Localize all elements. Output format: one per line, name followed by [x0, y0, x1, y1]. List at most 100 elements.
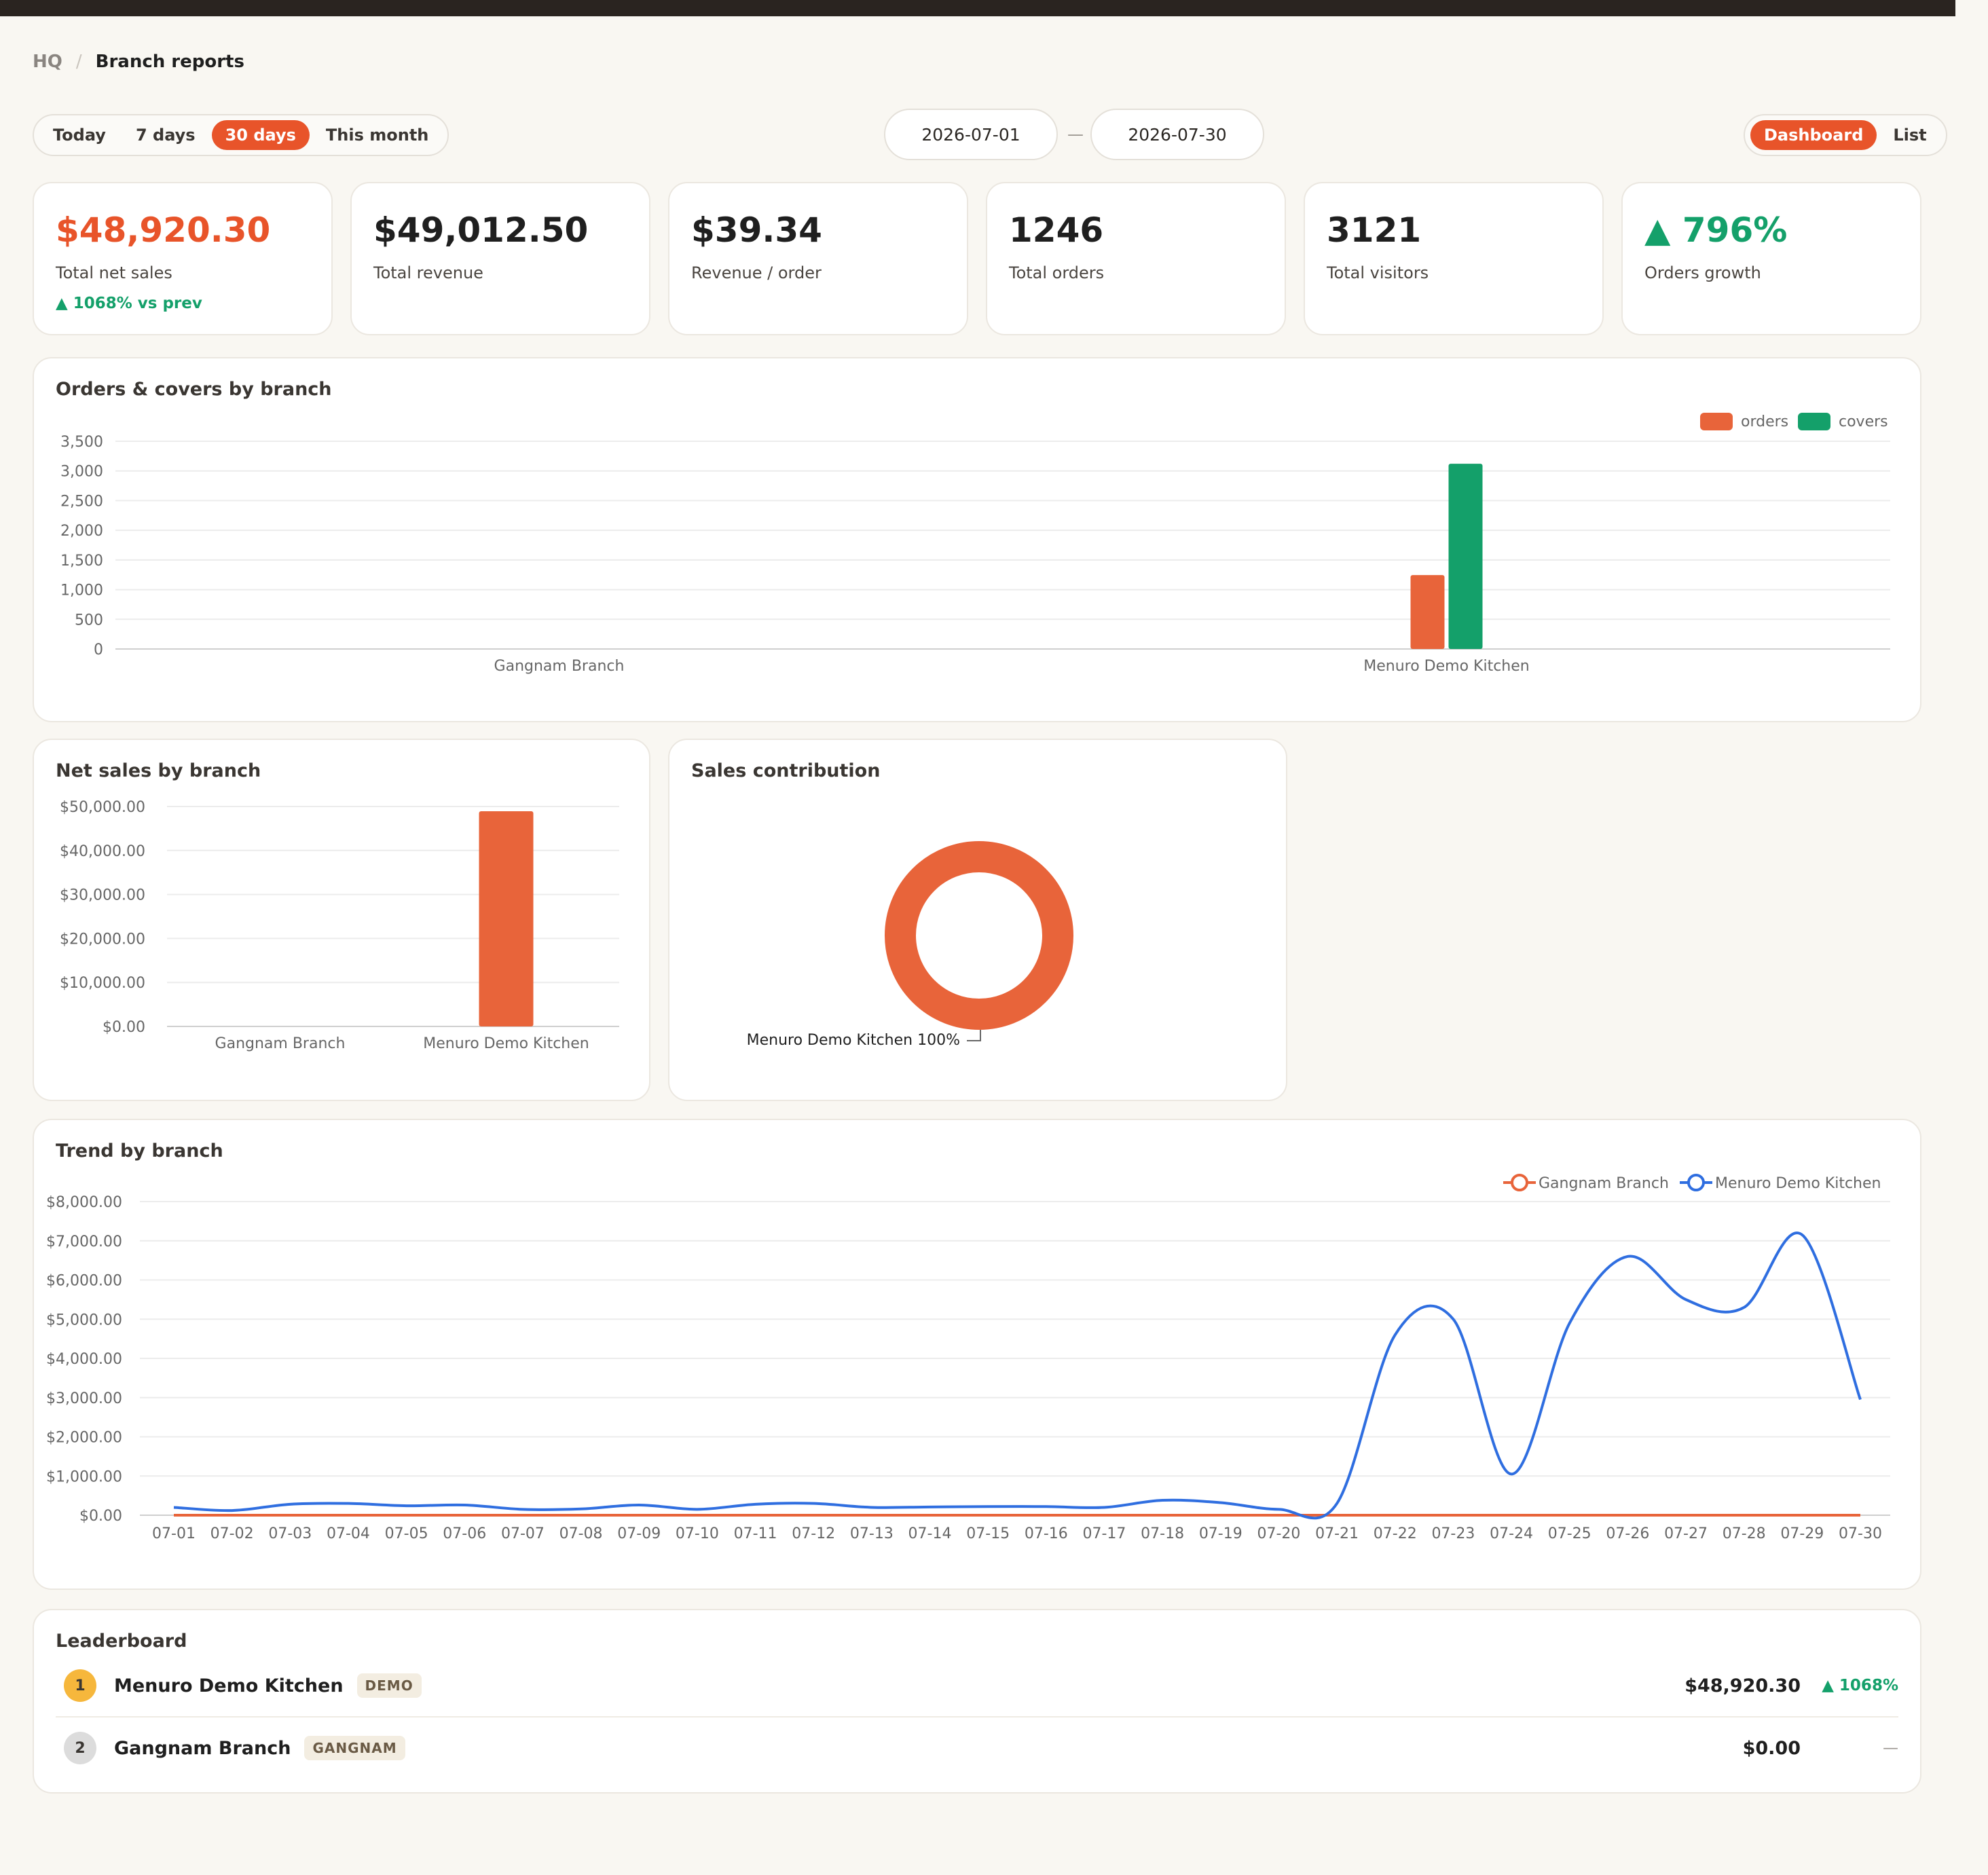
x-tick-label: 07-08: [559, 1525, 603, 1542]
kpi-value: 3121: [1327, 210, 1422, 250]
range-today-button[interactable]: Today: [39, 120, 119, 150]
slice-label: Menuro Demo Kitchen 100%: [747, 1032, 960, 1049]
kpi-value: $49,012.50: [373, 210, 589, 250]
x-tick-label: 07-11: [734, 1525, 777, 1542]
y-tick-label: $3,000.00: [46, 1390, 122, 1407]
kpi-delta: ▲ 1068% vs prev: [56, 295, 202, 312]
x-tick-label: 07-28: [1723, 1525, 1766, 1542]
x-tick-label: 07-01: [152, 1525, 196, 1542]
y-tick-label: 0: [94, 642, 103, 658]
breadcrumb-root[interactable]: HQ: [33, 52, 62, 72]
kpi-value: ▲ 796%: [1644, 210, 1788, 250]
x-tick-label: 07-27: [1664, 1525, 1708, 1542]
sales-contribution-card: Sales contribution Menuro Demo Kitchen 1…: [668, 739, 1287, 1101]
orders-covers-card: Orders & covers by branch 0 500 1,000 1,500…: [33, 357, 1921, 722]
legend-swatch: [1798, 413, 1830, 430]
kpi-card-orders-growth: ▲ 796% Orders growth: [1621, 182, 1921, 335]
x-tick-label: 07-25: [1548, 1525, 1591, 1542]
range-7days-button[interactable]: 7 days: [122, 120, 209, 150]
y-tick-label: $0.00: [103, 1019, 145, 1036]
trend-chart: $0.00 $1,000.00 $2,000.00 $3,000.00 $4,000.0…: [46, 1174, 1890, 1542]
trend-card: Trend by branch $0.00 $1,000.00 $2,000.00 $…: [33, 1119, 1921, 1590]
rank-badge: 2: [64, 1732, 96, 1764]
legend-label: Gangnam Branch: [1539, 1175, 1669, 1192]
range-30days-button[interactable]: 30 days: [211, 120, 310, 150]
net-sales-card: Net sales by branch $0.00 $10,000.00 $20,0…: [33, 739, 650, 1101]
kpi-label: Total net sales: [56, 263, 172, 282]
y-tick-label: $7,000.00: [46, 1233, 122, 1250]
y-tick-label: $6,000.00: [46, 1273, 122, 1290]
legend-marker: [1511, 1174, 1528, 1191]
branch-amount: $0.00: [1742, 1737, 1801, 1759]
y-tick-label: $4,000.00: [46, 1351, 122, 1368]
x-tick-label: 07-22: [1374, 1525, 1417, 1542]
y-tick-label: 3,500: [60, 434, 103, 451]
leaderboard-row[interactable]: 2 Gangnam Branch GANGNAM $0.00 —: [56, 1718, 1898, 1779]
x-tick-label: 07-15: [966, 1525, 1010, 1542]
legend-label: orders: [1741, 413, 1788, 430]
x-tick-label: Gangnam Branch: [215, 1035, 346, 1052]
x-tick-label: 07-02: [210, 1525, 254, 1542]
x-tick-label: 07-07: [501, 1525, 545, 1542]
branch-amount: $48,920.30: [1685, 1675, 1801, 1696]
kpi-label: Revenue / order: [691, 263, 822, 282]
x-tick-label: 07-04: [327, 1525, 370, 1542]
y-tick-label: $30,000.00: [60, 887, 145, 904]
view-switcher: Dashboard List: [1744, 114, 1947, 156]
y-tick-label: $8,000.00: [46, 1194, 122, 1211]
view-list-tab[interactable]: List: [1879, 120, 1940, 150]
branch-name: Gangnam Branch: [114, 1737, 291, 1759]
legend-swatch: [1700, 413, 1733, 430]
x-tick-label: 07-06: [443, 1525, 486, 1542]
y-tick-label: 1,500: [60, 553, 103, 570]
y-tick-label: 2,500: [60, 493, 103, 510]
y-tick-label: $2,000.00: [46, 1430, 122, 1447]
x-tick-label: 07-20: [1257, 1525, 1300, 1542]
date-range-separator: —: [1067, 125, 1084, 144]
branch-delta: ▲ 1068%: [1822, 1677, 1898, 1694]
sales-contribution-chart: Menuro Demo Kitchen 100%: [747, 841, 1073, 1049]
leaderboard-title: Leaderboard: [56, 1631, 187, 1652]
x-tick-label: 07-23: [1431, 1525, 1475, 1542]
x-tick-label: 07-30: [1839, 1525, 1882, 1542]
x-tick-label: 07-19: [1199, 1525, 1242, 1542]
rank-badge: 1: [64, 1669, 96, 1702]
net-sales-chart: $0.00 $10,000.00 $20,000.00 $30,000.00 $40,0…: [60, 799, 619, 1052]
start-date-input[interactable]: 2026-07-01: [884, 109, 1058, 160]
kpi-label: Orders growth: [1644, 263, 1761, 282]
leaderboard-row[interactable]: 1 Menuro Demo Kitchen DEMO $48,920.30 ▲ …: [56, 1655, 1898, 1716]
kpi-card-visitors: 3121 Total visitors: [1304, 182, 1604, 335]
y-tick-label: $5,000.00: [46, 1312, 122, 1329]
x-tick-label: 07-17: [1083, 1525, 1126, 1542]
x-tick-label: 07-24: [1490, 1525, 1533, 1542]
leaderboard-card: Leaderboard 1 Menuro Demo Kitchen DEMO $…: [33, 1609, 1921, 1794]
x-tick-label: Menuro Demo Kitchen: [1363, 658, 1529, 675]
y-tick-label: 1,000: [60, 582, 103, 599]
orders-covers-chart: 0 500 1,000 1,500 2,000 2,500 3,000 3,500 Gangna…: [60, 413, 1890, 675]
x-tick-label: 07-13: [850, 1525, 894, 1542]
breadcrumb-current: Branch reports: [95, 52, 244, 72]
range-this-month-button[interactable]: This month: [312, 120, 442, 150]
y-tick-label: 3,000: [60, 464, 103, 481]
x-tick-label: 07-03: [268, 1525, 312, 1542]
x-tick-label: 07-10: [676, 1525, 719, 1542]
legend-label: covers: [1839, 413, 1888, 430]
x-tick-label: 07-05: [385, 1525, 428, 1542]
range-selector: Today 7 days 30 days This month: [33, 114, 449, 156]
branch-name: Menuro Demo Kitchen: [114, 1675, 344, 1696]
x-tick-label: 07-29: [1780, 1525, 1824, 1542]
kpi-value: $39.34: [691, 210, 822, 250]
view-dashboard-tab[interactable]: Dashboard: [1750, 120, 1877, 150]
branch-delta: —: [1883, 1739, 1898, 1757]
y-tick-label: $40,000.00: [60, 843, 145, 860]
x-tick-label: 07-21: [1315, 1525, 1359, 1542]
end-date-input[interactable]: 2026-07-30: [1090, 109, 1264, 160]
branch-tag: GANGNAM: [304, 1736, 405, 1760]
kpi-card-net-sales: $48,920.30 Total net sales ▲ 1068% vs pr…: [33, 182, 333, 335]
x-tick-label: 07-12: [792, 1525, 835, 1542]
x-tick-label: 07-18: [1141, 1525, 1184, 1542]
kpi-label: Total visitors: [1327, 263, 1429, 282]
bar: [479, 811, 534, 1026]
kpi-value: 1246: [1009, 210, 1104, 250]
y-tick-label: $1,000.00: [46, 1468, 122, 1485]
